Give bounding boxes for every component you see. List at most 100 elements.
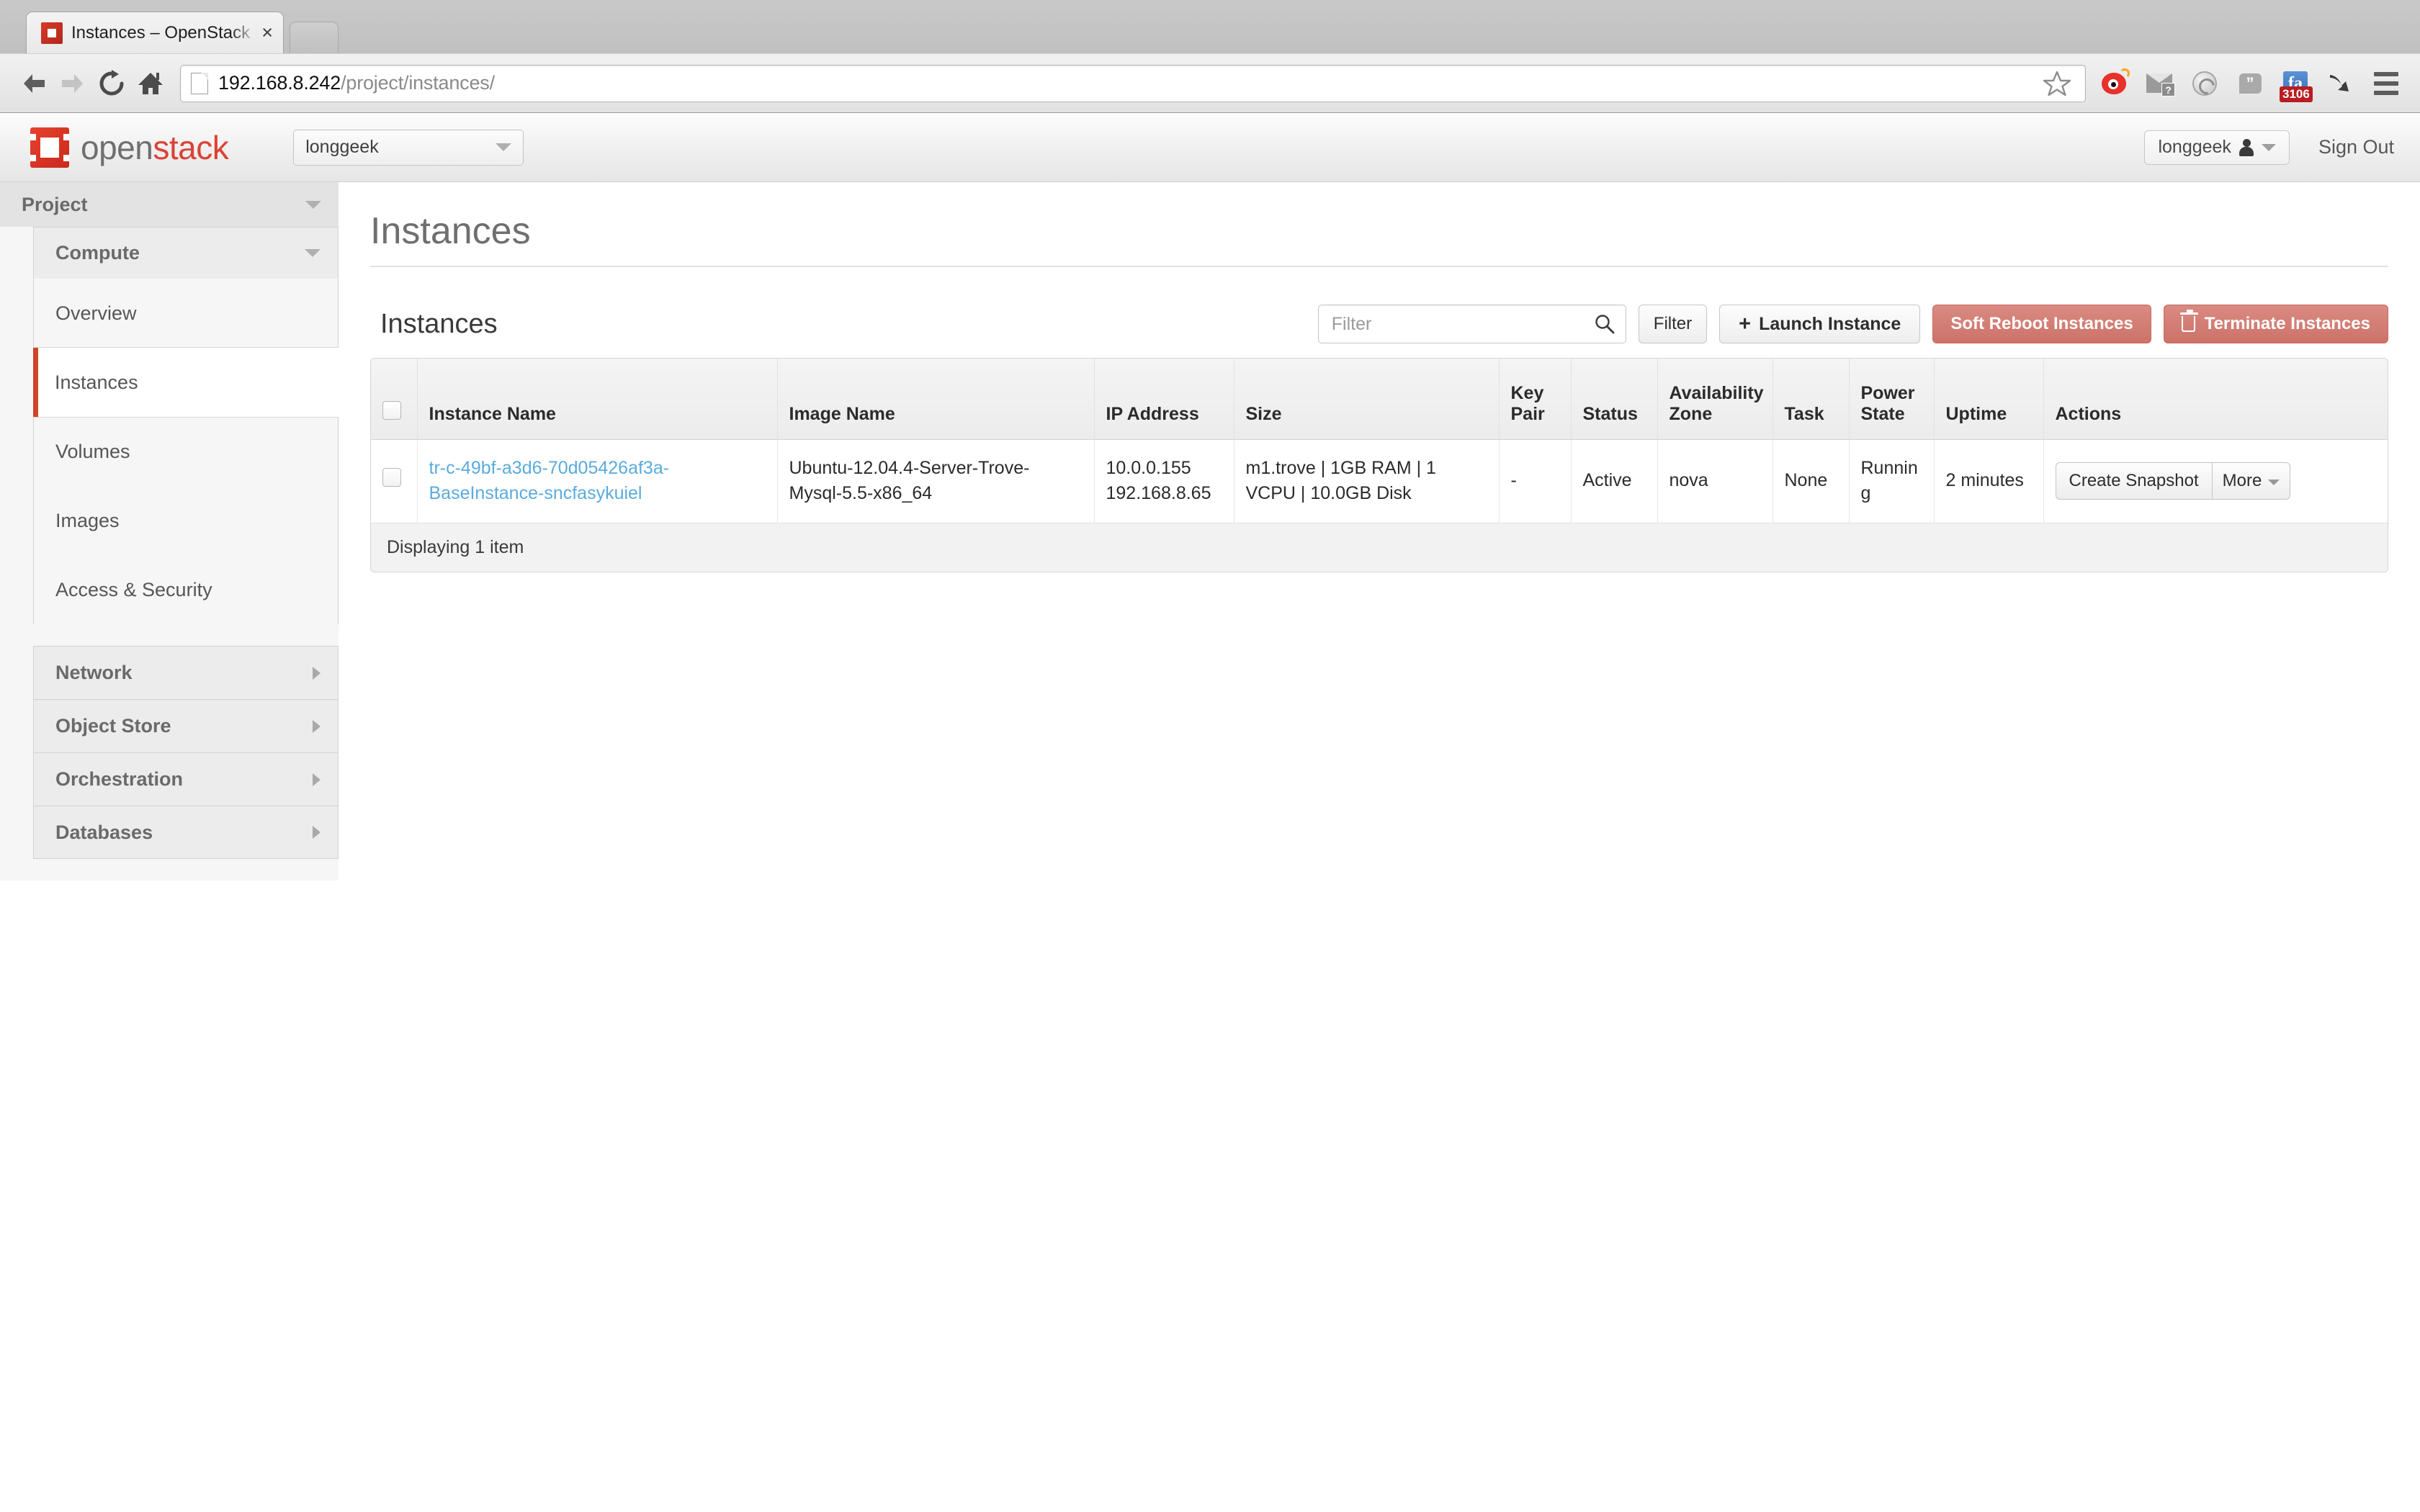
- sidebar-group-orchestration[interactable]: Orchestration: [33, 752, 339, 806]
- hangouts-glyph: ”: [2246, 73, 2254, 92]
- sidebar-group-compute[interactable]: Compute: [33, 227, 339, 279]
- table-footer-count: Displaying 1 item: [371, 523, 2388, 572]
- chevron-right-icon: [313, 826, 321, 839]
- person-icon: [2238, 138, 2254, 156]
- more-actions-label: More: [2222, 470, 2262, 490]
- terminate-label: Terminate Instances: [2204, 314, 2370, 333]
- project-selector-label: longgeek: [305, 137, 379, 157]
- column-task[interactable]: Task: [1773, 359, 1850, 440]
- browser-tab[interactable]: Instances – OpenStack Das ×: [26, 12, 284, 53]
- gmail-badge: ?: [2161, 83, 2175, 96]
- select-all-checkbox[interactable]: [382, 400, 401, 420]
- instances-table-wrapper: Instance Name Image Name IP Address Size…: [370, 358, 2388, 572]
- instance-name-link[interactable]: tr-c-49bf-a3d6-70d05426af3a-BaseInstance…: [429, 458, 670, 504]
- sidebar-item-instances[interactable]: Instances: [33, 348, 339, 417]
- row-actions-split-button: Create Snapshot More: [2055, 462, 2291, 500]
- cell-availability-zone: nova: [1657, 439, 1773, 523]
- sign-out-link[interactable]: Sign Out: [2318, 136, 2394, 158]
- main-content: Instances Instances Filter + Launch Inst…: [339, 182, 2420, 572]
- page-body: Project Compute Overview Instances Volum…: [0, 182, 2420, 881]
- column-instance-name[interactable]: Instance Name: [417, 359, 778, 440]
- cell-key-pair: -: [1499, 439, 1572, 523]
- search-icon: [1595, 315, 1615, 334]
- sidebar-section-project[interactable]: Project: [0, 182, 339, 227]
- chevron-down-icon: [2261, 143, 2276, 151]
- sidebar-orchestration-label: Orchestration: [55, 768, 184, 790]
- user-menu-label: longgeek: [2158, 137, 2231, 157]
- column-actions: Actions: [2043, 359, 2388, 440]
- sidebar-group-object-store[interactable]: Object Store: [33, 699, 339, 752]
- address-bar[interactable]: 192.168.8.242/project/instances/: [180, 64, 2086, 102]
- cell-power-state: Running: [1849, 439, 1935, 523]
- sidebar: Project Compute Overview Instances Volum…: [0, 182, 339, 881]
- cell-size: m1.trove | 1GB RAM | 1 VCPU | 10.0GB Dis…: [1234, 439, 1500, 523]
- openstack-favicon: [41, 22, 63, 44]
- create-snapshot-button[interactable]: Create Snapshot: [2055, 462, 2212, 500]
- openstack-cube-icon: [30, 127, 69, 168]
- terminate-instances-button[interactable]: Terminate Instances: [2163, 305, 2388, 343]
- cell-task: None: [1773, 439, 1850, 523]
- launch-instance-button[interactable]: + Launch Instance: [1719, 305, 1921, 343]
- facebook-badge: 3106: [2280, 86, 2313, 102]
- column-size[interactable]: Size: [1234, 359, 1500, 440]
- more-actions-button[interactable]: More: [2211, 462, 2291, 500]
- table-row: tr-c-49bf-a3d6-70d05426af3a-BaseInstance…: [371, 439, 2388, 523]
- home-icon[interactable]: [131, 64, 170, 103]
- browser-toolbar: 192.168.8.242/project/instances/ ? ” fa: [0, 53, 2420, 112]
- column-power-state[interactable]: Power State: [1849, 359, 1935, 440]
- column-image-name[interactable]: Image Name: [777, 359, 1095, 440]
- reload-icon[interactable]: [92, 64, 131, 103]
- logo-open-text: open: [81, 128, 153, 166]
- filter-button[interactable]: Filter: [1638, 305, 1708, 343]
- column-key-pair[interactable]: Key Pair: [1499, 359, 1572, 440]
- page-title: Instances: [370, 210, 2388, 267]
- download-arrow-icon[interactable]: [2324, 67, 2357, 100]
- filter-search-box[interactable]: [1317, 305, 1626, 343]
- new-tab-button[interactable]: [290, 22, 339, 53]
- globe-sync-icon[interactable]: [2188, 67, 2221, 100]
- sidebar-group-network[interactable]: Network: [33, 646, 339, 699]
- column-availability-zone[interactable]: Availability Zone: [1657, 359, 1773, 440]
- bookmark-star-icon[interactable]: [2039, 67, 2075, 100]
- sidebar-item-access-security[interactable]: Access & Security: [34, 555, 338, 624]
- project-selector[interactable]: longgeek: [293, 129, 524, 166]
- url-path: /project/instances/: [341, 72, 495, 94]
- hangouts-icon[interactable]: ”: [2233, 67, 2267, 100]
- column-status[interactable]: Status: [1571, 359, 1658, 440]
- soft-reboot-instances-button[interactable]: Soft Reboot Instances: [1932, 305, 2151, 343]
- chevron-down-icon: [2268, 480, 2280, 485]
- table-title: Instances: [380, 308, 498, 339]
- browser-chrome: Instances – OpenStack Das ×: [0, 0, 2420, 113]
- openstack-logo[interactable]: openstack: [30, 127, 229, 168]
- launch-instance-label: Launch Instance: [1759, 313, 1901, 334]
- back-arrow-icon[interactable]: [14, 64, 53, 103]
- search-input[interactable]: [1331, 313, 1594, 335]
- sidebar-item-images[interactable]: Images: [34, 486, 338, 555]
- sidebar-item-volumes[interactable]: Volumes: [34, 417, 338, 486]
- gmail-icon[interactable]: ?: [2143, 67, 2176, 100]
- plus-icon: +: [1739, 312, 1752, 336]
- extension-icons: ? ” fa 3106: [2097, 67, 2403, 102]
- cell-actions: Create Snapshot More: [2043, 439, 2388, 523]
- close-icon[interactable]: ×: [261, 23, 273, 42]
- facebook-icon[interactable]: fa 3106: [2279, 67, 2313, 102]
- sidebar-project-label: Project: [22, 193, 88, 215]
- table-header-row: Instance Name Image Name IP Address Size…: [371, 359, 2388, 440]
- weibo-icon[interactable]: [2097, 67, 2130, 100]
- sidebar-compute-items: Overview Instances Volumes Images Access…: [33, 279, 339, 624]
- sidebar-compute-label: Compute: [55, 242, 140, 264]
- user-menu[interactable]: longgeek: [2144, 130, 2290, 165]
- soft-reboot-label: Soft Reboot Instances: [1950, 314, 2133, 333]
- chrome-menu-icon[interactable]: [2370, 67, 2403, 100]
- forward-arrow-icon: [53, 64, 92, 103]
- url-host: 192.168.8.242: [218, 72, 341, 94]
- column-uptime[interactable]: Uptime: [1934, 359, 2044, 440]
- sidebar-item-overview[interactable]: Overview: [34, 279, 338, 348]
- cell-status: Active: [1571, 439, 1658, 523]
- column-ip-address[interactable]: IP Address: [1094, 359, 1234, 440]
- chevron-down-icon: [305, 200, 321, 209]
- row-checkbox[interactable]: [382, 467, 401, 487]
- table-body: tr-c-49bf-a3d6-70d05426af3a-BaseInstance…: [371, 439, 2388, 523]
- table-header: Instance Name Image Name IP Address Size…: [371, 359, 2388, 440]
- sidebar-group-databases[interactable]: Databases: [33, 806, 339, 859]
